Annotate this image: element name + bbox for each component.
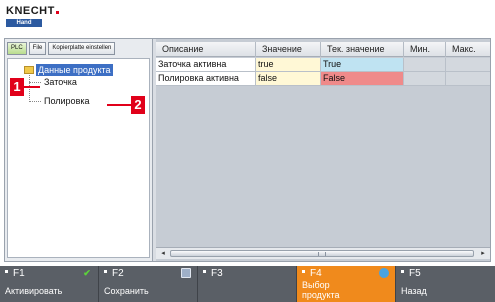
tree-item-product-data[interactable]: Данные продукта	[36, 64, 113, 76]
callout-badge-2: 2	[131, 96, 145, 114]
globe-icon	[379, 268, 389, 278]
callout-line-1	[24, 86, 40, 88]
mini-toolbar: PLC File Kopierplatte einstellen	[7, 42, 116, 55]
plc-button[interactable]: PLC	[7, 42, 27, 55]
scroll-right-icon[interactable]: ▸	[478, 249, 488, 258]
function-key-bar: F1 ✔ Активировать F2 Сохранить F3 F4 Выб…	[0, 266, 495, 302]
logo-sub: Hand	[6, 19, 42, 27]
column-header-description[interactable]: Описание	[156, 42, 256, 57]
cell-description: Заточка активна	[156, 58, 256, 71]
logo-text: KNECHT	[6, 5, 55, 17]
cell-min	[404, 72, 446, 85]
key-marker	[401, 270, 404, 273]
f2-label: Сохранить	[104, 286, 149, 296]
tree-item-sharpening[interactable]: Заточка	[44, 76, 77, 88]
check-icon: ✔	[83, 268, 91, 278]
cell-max	[446, 58, 490, 71]
cell-value[interactable]: true	[256, 58, 321, 71]
f1-key-label: F1	[13, 268, 25, 279]
cell-max	[446, 72, 490, 85]
column-header-current-value[interactable]: Тек. значение	[321, 42, 404, 57]
f3-button[interactable]: F3	[198, 266, 297, 302]
f1-button[interactable]: F1 ✔ Активировать	[0, 266, 99, 302]
file-button[interactable]: File	[28, 42, 47, 55]
column-header-value[interactable]: Значение	[256, 42, 321, 57]
kopierplatte-button[interactable]: Kopierplatte einstellen	[48, 42, 116, 55]
key-marker	[104, 270, 107, 273]
table-row[interactable]: Полировка активна false False	[156, 72, 490, 86]
cell-current-value: False	[321, 72, 404, 85]
grid-header: Описание Значение Тек. значение Мин. Мак…	[156, 42, 490, 57]
f1-label: Активировать	[5, 286, 63, 296]
column-header-min[interactable]: Мин.	[404, 42, 446, 57]
grip-icon	[318, 252, 326, 256]
callout-badge-1: 1	[10, 78, 24, 96]
f5-label: Назад	[401, 286, 427, 296]
scrollbar-thumb[interactable]	[170, 250, 474, 257]
key-marker	[5, 270, 8, 273]
f5-button[interactable]: F5 Назад	[396, 266, 495, 302]
cell-current-value: True	[321, 58, 404, 71]
product-tree: Данные продукта Заточка Полировка	[7, 58, 150, 258]
tree-connector	[29, 101, 41, 102]
f4-button[interactable]: F4 Выбор продукта	[297, 266, 396, 302]
tree-item-polishing[interactable]: Полировка	[44, 95, 90, 107]
logo-dot	[55, 11, 59, 14]
f4-label: Выбор продукта	[302, 280, 340, 300]
cell-description: Полировка активна	[156, 72, 256, 85]
f2-button[interactable]: F2 Сохранить	[99, 266, 198, 302]
parameter-grid: Описание Значение Тек. значение Мин. Мак…	[156, 39, 490, 261]
f3-key-label: F3	[211, 268, 223, 279]
horizontal-scrollbar[interactable]: ◂ ▸	[156, 247, 490, 259]
f2-key-label: F2	[112, 268, 124, 279]
app-header: KNECHT Hand	[0, 0, 495, 38]
table-row[interactable]: Заточка активна true True	[156, 58, 490, 72]
callout-line-2	[107, 104, 131, 106]
tree-connector	[29, 82, 41, 83]
cell-value[interactable]: false	[256, 72, 321, 85]
tree-connector	[29, 75, 30, 102]
folder-icon	[24, 66, 34, 74]
key-marker	[203, 270, 206, 273]
knecht-logo: KNECHT Hand	[6, 6, 66, 27]
f5-key-label: F5	[409, 268, 421, 279]
main-window: PLC File Kopierplatte einstellen Данные …	[4, 38, 491, 262]
left-panel: PLC File Kopierplatte einstellen Данные …	[5, 39, 153, 261]
scroll-left-icon[interactable]: ◂	[158, 249, 168, 258]
cell-min	[404, 58, 446, 71]
column-header-max[interactable]: Макс.	[446, 42, 490, 57]
key-marker	[302, 270, 305, 273]
f4-key-label: F4	[310, 268, 322, 279]
save-icon	[181, 268, 191, 278]
